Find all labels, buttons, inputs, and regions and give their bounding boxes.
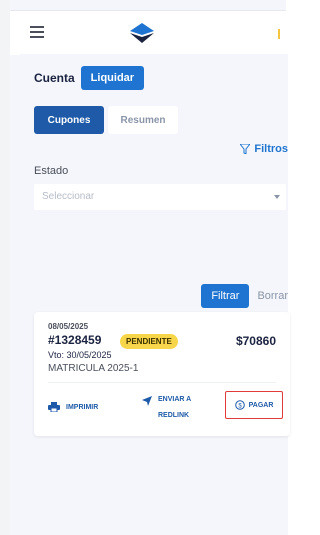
coupon-amount: $70860: [235, 334, 276, 348]
chevron-down-icon: [274, 195, 280, 199]
status-badge: PENDIENTE: [120, 334, 178, 349]
coupon-number: #1328459: [48, 333, 102, 347]
left-gutter: [0, 0, 10, 535]
coupon-date: 08/05/2025: [48, 322, 89, 331]
main-panel: Cuenta Liquidar Cupones Resumen Filtros …: [20, 54, 290, 535]
filter-actions: Filtrar Borrar: [201, 284, 288, 308]
top-bar: [10, 10, 286, 55]
coupon-card: 08/05/2025 #1328459 PENDIENTE $70860 Vto…: [34, 312, 290, 436]
filters-label: Filtros: [254, 143, 288, 155]
liquidar-button[interactable]: Liquidar: [80, 66, 145, 90]
app-shell: Cuenta Liquidar Cupones Resumen Filtros …: [10, 0, 290, 535]
account-label: Cuenta: [34, 71, 75, 85]
tab-cupones[interactable]: Cupones: [34, 106, 104, 134]
imprimir-button[interactable]: IMPRIMIR: [48, 402, 98, 412]
estado-select[interactable]: Seleccionar: [34, 184, 286, 210]
estado-select-placeholder: Seleccionar: [42, 191, 95, 202]
borrar-button[interactable]: Borrar: [257, 290, 288, 302]
coupon-actions: IMPRIMIR ENVIAR A REDLINK $ PAGAR: [34, 388, 290, 432]
pagar-button[interactable]: $ PAGAR: [225, 391, 283, 419]
filters-toggle[interactable]: Filtros: [240, 143, 288, 155]
dollar-circle-icon: $: [234, 400, 245, 410]
enviar-label-line1: ENVIAR A: [158, 396, 192, 403]
account-row: Cuenta Liquidar: [34, 66, 145, 90]
coupon-description: MATRICULA 2025-1: [48, 363, 139, 374]
filter-icon: [240, 144, 251, 154]
imprimir-label: IMPRIMIR: [66, 403, 99, 411]
printer-icon: [48, 402, 60, 412]
enviar-redlink-button[interactable]: ENVIAR A REDLINK: [142, 396, 191, 419]
coupon-divider: [48, 382, 276, 383]
send-icon: [142, 396, 152, 406]
filtrar-button[interactable]: Filtrar: [201, 284, 250, 308]
estado-label: Estado: [34, 165, 69, 177]
tab-resumen[interactable]: Resumen: [108, 106, 178, 134]
enviar-label-line2: REDLINK: [158, 412, 190, 419]
pagar-label: PAGAR: [248, 401, 274, 409]
coupon-tabs: Cupones Resumen: [34, 106, 182, 134]
top-right-mark: [278, 29, 280, 39]
brand-logo: [130, 23, 154, 43]
hamburger-icon[interactable]: [30, 26, 44, 38]
coupon-due-date: Vto: 30/05/2025: [48, 350, 112, 360]
